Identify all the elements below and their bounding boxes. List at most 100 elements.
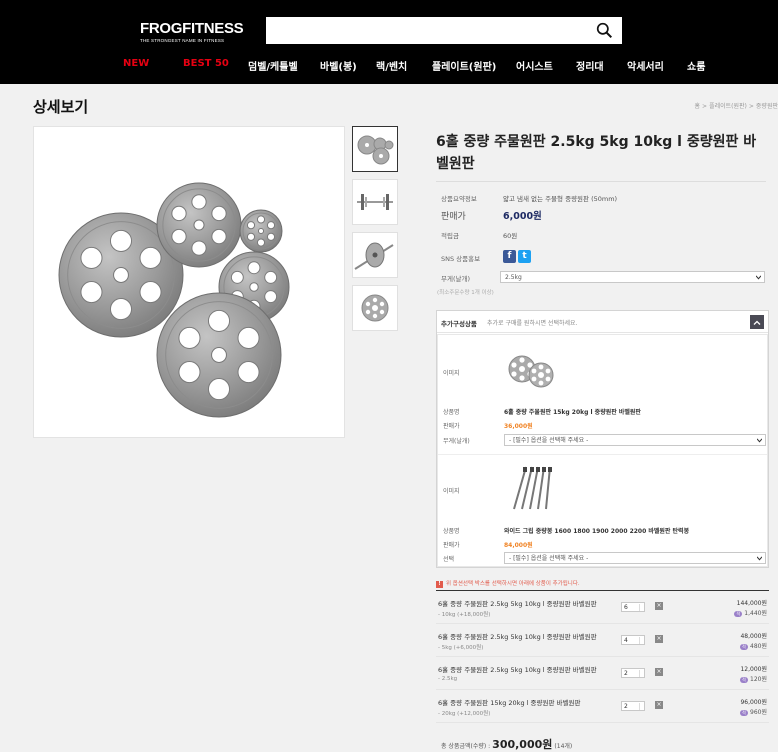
stepper-arrows-icon[interactable] (639, 604, 643, 611)
site-header: FROGFITNESS THE STRONGEST NAME IN FITNES… (0, 0, 778, 84)
selected-item-points: 적480원 (740, 641, 767, 650)
breadcrumb-home[interactable]: 홈 (695, 103, 701, 110)
product-main-image[interactable] (33, 126, 345, 438)
nav-item-barbell[interactable]: 바벨(봉) (320, 58, 357, 73)
plate-grip-hole (238, 327, 259, 348)
addon-name: 6홀 중량 주물원판 15kg 20kg l 중량원판 바벨원판 (504, 407, 641, 416)
plate-grip-hole (81, 247, 102, 268)
main-nav: NEW BEST 50 덤벨/케틀벨 바벨(봉) 랙/벤치 플레이트(원판) 어… (0, 58, 778, 74)
nav-item-dumbbell[interactable]: 덤벨/케틀벨 (248, 58, 298, 73)
plate-grip-hole (238, 362, 259, 383)
selected-item-name: 6홀 중량 주물원판 2.5kg 5kg 10kg l 중량원판 바벨원판 (438, 598, 597, 608)
selected-item-name: 6홀 중량 주물원판 15kg 20kg l 중량원판 바벨원판 (438, 697, 580, 707)
plate-grip-hole (208, 379, 229, 400)
addon-separator (438, 454, 767, 455)
selected-item-option: - 5kg (+6,000원) (438, 643, 483, 651)
plate-grip-hole (192, 195, 206, 209)
addon-image-label: 이미지 (443, 486, 460, 495)
thumbnail-1[interactable] (352, 126, 398, 172)
search-input[interactable] (266, 17, 622, 44)
points-badge-icon: 적 (734, 611, 742, 617)
selected-item-price: 12,000원 (740, 664, 767, 673)
nav-item-rack[interactable]: 랙/벤치 (376, 58, 407, 73)
chevron-down-icon (757, 438, 762, 443)
page-title: 상세보기 (33, 96, 88, 117)
selected-item-option: - 10kg (+18,000원) (438, 610, 490, 618)
total-value: 300,000원 (492, 738, 552, 751)
plate-grip-hole (140, 247, 161, 268)
plate-grip-hole (267, 222, 274, 229)
addon-header: 추가구성상품 추가로 구매를 원하시면 선택하세요. (437, 311, 768, 333)
site-logo[interactable]: FROGFITNESS THE STRONGEST NAME IN FITNES… (140, 20, 243, 43)
sns-label: SNS 상품홍보 (441, 253, 480, 263)
addon-option-label: 무게(날개) (443, 436, 470, 445)
addon-option-select[interactable]: - [필수] 옵션을 선택해 주세요 - (504, 434, 766, 446)
summary-label: 상품요약정보 (441, 193, 477, 203)
twitter-icon[interactable]: t (518, 250, 531, 263)
quantity-stepper[interactable]: 6 (621, 602, 645, 612)
close-icon[interactable]: × (655, 701, 663, 709)
plate-grip-hole (110, 230, 131, 251)
points-value: 60원 (503, 230, 517, 240)
plate-grip-hole (248, 262, 260, 274)
search-icon[interactable] (596, 22, 613, 39)
points-badge-icon: 적 (740, 710, 748, 716)
addon-price-label: 판매가 (443, 421, 460, 430)
selected-item-row: 6홀 중량 주물원판 2.5kg 5kg 10kg l 중량원판 바벨원판 - … (436, 591, 769, 624)
close-icon[interactable]: × (655, 635, 663, 643)
selected-item-name: 6홀 중량 주물원판 2.5kg 5kg 10kg l 중량원판 바벨원판 (438, 664, 597, 674)
selected-item-price: 96,000원 (740, 697, 767, 706)
facebook-icon[interactable]: f (503, 250, 516, 263)
chevron-down-icon (757, 556, 762, 561)
selected-item-row: 6홀 중량 주물원판 2.5kg 5kg 10kg l 중량원판 바벨원판 - … (436, 657, 769, 690)
plate-grip-hole (192, 241, 206, 255)
close-icon[interactable]: × (655, 602, 663, 610)
total-count: (14개) (554, 743, 572, 750)
plate-center-hole (250, 283, 258, 291)
breadcrumb: 홈>플레이트(원판)>중량원판 (695, 101, 778, 110)
plate-grip-hole (247, 222, 254, 229)
logo-tagline: THE STRONGEST NAME IN FITNESS (140, 38, 243, 43)
nav-item-storage[interactable]: 정리대 (576, 58, 604, 73)
quantity-stepper[interactable]: 2 (621, 701, 645, 711)
stepper-arrows-icon[interactable] (639, 637, 643, 644)
addon-collapse-button[interactable] (750, 315, 764, 329)
plate-grip-hole (179, 362, 200, 383)
selected-item-price: 144,000원 (737, 598, 767, 607)
nav-item-assist[interactable]: 어시스트 (516, 58, 553, 73)
total-summary: 총 상품금액(수량) :300,000원(14개) (441, 733, 572, 752)
points-value: 120원 (750, 676, 767, 683)
stepper-arrows-icon[interactable] (639, 670, 643, 677)
close-icon[interactable]: × (655, 668, 663, 676)
breadcrumb-current[interactable]: 중량원판 (756, 103, 778, 110)
weight-option-select[interactable]: 2.5kg (500, 271, 765, 283)
plate-grip-hole (247, 233, 254, 240)
quantity-stepper[interactable]: 2 (621, 668, 645, 678)
breadcrumb-category[interactable]: 플레이트(원판) (709, 103, 747, 110)
thumbnail-3[interactable] (352, 232, 398, 278)
min-quantity-note: (최소주문수량 1개 이상) (437, 288, 494, 296)
stepper-arrows-icon[interactable] (639, 703, 643, 710)
addon-option-select[interactable]: - [필수] 옵션을 선택해 주세요 - (504, 552, 766, 564)
weight-plates-image (34, 127, 344, 437)
addon-image[interactable] (504, 345, 558, 399)
nav-item-accessory[interactable]: 악세서리 (627, 58, 664, 73)
plate-grip-hole (212, 229, 226, 243)
thumbnail-2[interactable] (352, 179, 398, 225)
product-name: 6홀 중량 주물원판 2.5kg 5kg 10kg l 중량원판 바벨원판 (436, 131, 766, 175)
plate-grip-hole (267, 233, 274, 240)
thumbnail-4[interactable] (352, 285, 398, 331)
weight-option-value: 2.5kg (505, 274, 522, 281)
plate-grip-hole (172, 206, 186, 220)
nav-item-plate[interactable]: 플레이트(원판) (432, 58, 496, 73)
option-warning: !위 옵션선택 박스를 선택하시면 아래에 상품이 추가됩니다. (436, 579, 580, 588)
quantity-stepper[interactable]: 4 (621, 635, 645, 645)
addon-option-value: - [필수] 옵션을 선택해 주세요 - (509, 555, 588, 562)
plate-grip-hole (265, 271, 277, 283)
nav-item-new[interactable]: NEW (123, 58, 149, 69)
nav-item-showroom[interactable]: 쇼룸 (687, 58, 705, 73)
addon-subtitle: 추가로 구매를 원하시면 선택하세요. (487, 318, 577, 327)
plate-grip-hole (110, 299, 131, 320)
nav-item-best50[interactable]: BEST 50 (183, 58, 229, 69)
addon-image[interactable] (504, 461, 558, 515)
